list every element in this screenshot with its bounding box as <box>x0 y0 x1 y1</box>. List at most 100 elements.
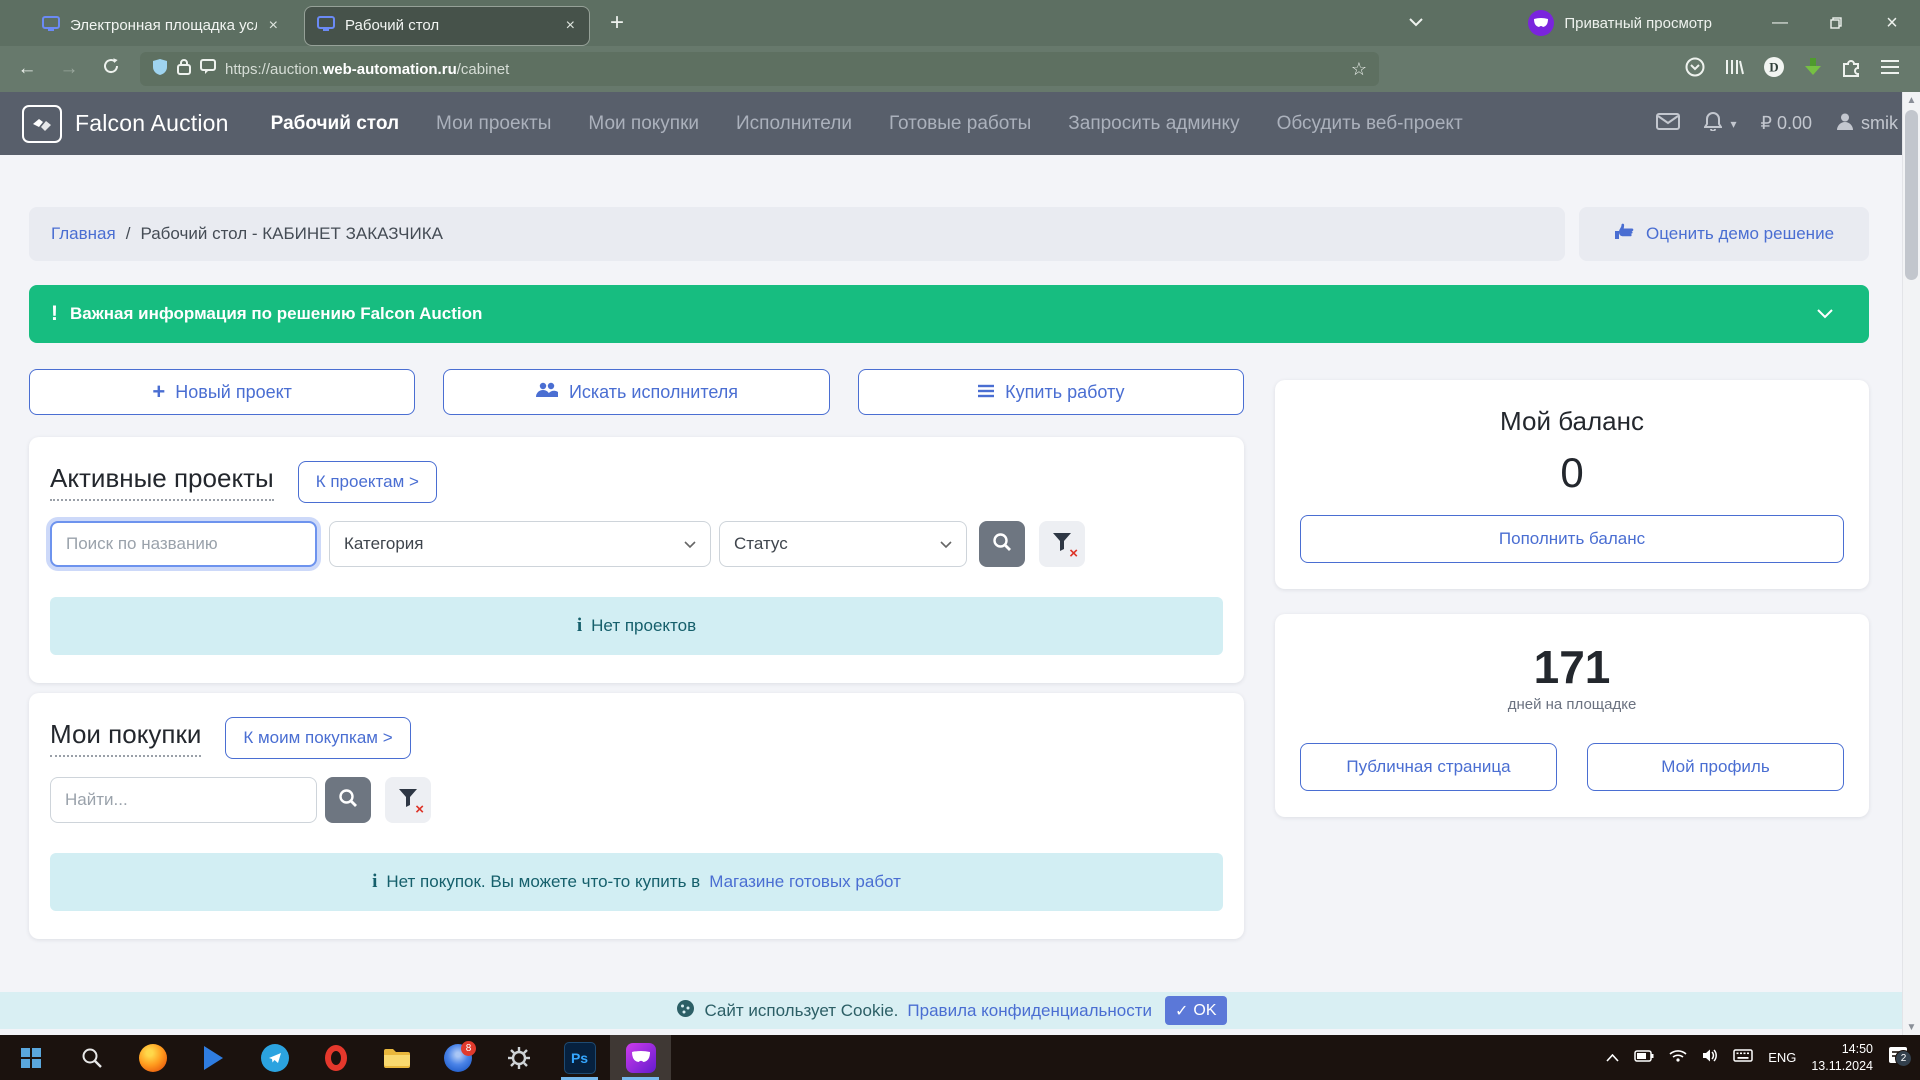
darkreader-icon[interactable]: D <box>1763 56 1785 83</box>
browser-tab-active[interactable]: Рабочий стол × <box>304 6 590 46</box>
buy-work-label: Купить работу <box>1005 382 1124 403</box>
project-search-button[interactable] <box>979 521 1025 567</box>
banner-chevron-down-icon[interactable] <box>1817 304 1833 324</box>
browser-titlebar: Электронная площадка услуг × Рабочий сто… <box>0 0 1920 46</box>
site-favicon-icon <box>317 16 335 36</box>
purchase-search-button[interactable] <box>325 777 371 823</box>
bookmark-star-icon[interactable]: ☆ <box>1351 59 1367 80</box>
category-select[interactable]: Категория <box>329 521 711 567</box>
days-card: 171 дней на площадке Публичная страница … <box>1275 614 1869 817</box>
my-profile-button[interactable]: Мой профиль <box>1587 743 1844 791</box>
notification-count-badge: 8 <box>461 1041 476 1056</box>
project-search-input[interactable] <box>50 521 317 567</box>
falcon-auction-logo-icon[interactable] <box>22 105 62 143</box>
breadcrumb-separator: / <box>126 224 131 244</box>
minimize-button[interactable]: — <box>1752 0 1808 46</box>
taskbar-firefox-button[interactable] <box>122 1035 183 1080</box>
speaker-icon[interactable] <box>1702 1049 1718 1067</box>
nav-item-ready-works[interactable]: Готовые работы <box>889 113 1031 135</box>
new-project-button[interactable]: + Новый проект <box>29 369 415 415</box>
start-button[interactable] <box>0 1035 61 1080</box>
purchase-clear-filter-button[interactable]: × <box>385 777 431 823</box>
tray-chevron-up-icon[interactable] <box>1606 1049 1619 1067</box>
svg-text:D: D <box>1769 59 1778 74</box>
taskbar-telegram-button[interactable] <box>244 1035 305 1080</box>
restore-button[interactable] <box>1808 0 1864 46</box>
taskbar-photoshop-button[interactable]: Ps <box>549 1035 610 1080</box>
taskbar-firefox-private-button[interactable] <box>610 1035 671 1080</box>
rate-demo-button[interactable]: Оценить демо решение <box>1579 207 1869 261</box>
scroll-up-icon[interactable]: ▲ <box>1903 92 1920 108</box>
new-project-label: Новый проект <box>175 382 292 403</box>
back-icon[interactable]: ← <box>14 58 40 80</box>
taskbar-settings-button[interactable] <box>488 1035 549 1080</box>
extensions-puzzle-icon[interactable] <box>1841 57 1861 82</box>
nav-item-my-projects[interactable]: Мои проекты <box>436 113 551 135</box>
lock-icon[interactable] <box>177 58 191 80</box>
scrollbar-thumb[interactable] <box>1905 110 1918 280</box>
to-purchases-button[interactable]: К моим покупкам > <box>225 717 410 759</box>
language-indicator[interactable]: ENG <box>1768 1050 1796 1065</box>
forward-icon[interactable]: → <box>56 58 82 80</box>
cookie-ok-button[interactable]: ✓ OK <box>1165 996 1227 1025</box>
browser-tab-inactive[interactable]: Электронная площадка услуг × <box>30 7 292 45</box>
project-clear-filter-button[interactable]: × <box>1039 521 1085 567</box>
brand-name[interactable]: Falcon Auction <box>75 110 229 137</box>
nav-item-executors[interactable]: Исполнители <box>736 113 852 135</box>
status-select[interactable]: Статус <box>719 521 967 567</box>
bell-caret-icon[interactable]: ▾ <box>1730 117 1736 131</box>
nav-item-request-admin[interactable]: Запросить админку <box>1068 113 1239 135</box>
taskbar-opera-button[interactable] <box>305 1035 366 1080</box>
purchase-search-input[interactable] <box>50 777 317 823</box>
topup-balance-button[interactable]: Пополнить баланс <box>1300 515 1844 563</box>
user-menu[interactable]: smik <box>1836 112 1898 135</box>
pocket-icon[interactable] <box>1685 57 1705 82</box>
tab-close-icon[interactable]: × <box>564 17 577 35</box>
taskbar-media-player-button[interactable] <box>183 1035 244 1080</box>
touch-keyboard-icon[interactable] <box>1733 1049 1753 1067</box>
new-tab-button[interactable]: + <box>610 9 624 37</box>
rate-demo-label: Оценить демо решение <box>1646 224 1834 244</box>
nav-item-discuss-project[interactable]: Обсудить веб-проект <box>1277 113 1463 135</box>
close-button[interactable]: × <box>1864 0 1920 46</box>
photoshop-icon: Ps <box>564 1042 596 1074</box>
buy-work-button[interactable]: Купить работу <box>858 369 1244 415</box>
nav-item-my-purchases[interactable]: Мои покупки <box>588 113 699 135</box>
envelope-icon[interactable] <box>1656 113 1680 135</box>
downloads-extension-icon[interactable] <box>1804 57 1822 82</box>
public-page-button[interactable]: Публичная страница <box>1300 743 1557 791</box>
permissions-bubble-icon[interactable] <box>200 59 216 80</box>
vertical-scrollbar[interactable]: ▲ ▼ <box>1902 92 1920 1035</box>
search-icon <box>81 1047 103 1069</box>
find-executor-button[interactable]: Искать исполнителя <box>443 369 829 415</box>
browser-toolbar: ← → https://auction.web-automation.ru/ca… <box>0 46 1920 92</box>
nav-item-desktop[interactable]: Рабочий стол <box>271 113 399 135</box>
to-projects-button[interactable]: К проектам > <box>298 461 437 503</box>
active-projects-card: Активные проекты К проектам > Категория … <box>29 437 1244 683</box>
action-center-button[interactable]: 2 <box>1888 1046 1908 1069</box>
scroll-down-icon[interactable]: ▼ <box>1903 1019 1920 1035</box>
battery-icon[interactable] <box>1634 1049 1654 1067</box>
taskbar-search-button[interactable] <box>61 1035 122 1080</box>
taskbar-clock[interactable]: 14:50 13.11.2024 <box>1811 1041 1873 1074</box>
privacy-policy-link[interactable]: Правила конфиденциальности <box>907 1001 1152 1021</box>
important-info-banner[interactable]: ! Важная информация по решению Falcon Au… <box>29 285 1869 343</box>
library-icon[interactable] <box>1724 58 1744 81</box>
menu-hamburger-icon[interactable] <box>1880 59 1900 80</box>
tab-close-icon[interactable]: × <box>267 17 280 35</box>
list-tabs-chevron-icon[interactable] <box>1409 14 1423 32</box>
ready-works-store-link[interactable]: Магазине готовых работ <box>709 872 901 892</box>
balance-amount[interactable]: ₽ 0.00 <box>1760 113 1812 134</box>
taskbar-browser-button[interactable]: 8 <box>427 1035 488 1080</box>
taskbar-explorer-button[interactable] <box>366 1035 427 1080</box>
ok-label: OK <box>1193 1002 1216 1020</box>
reload-icon[interactable] <box>98 57 124 81</box>
bell-icon[interactable] <box>1704 111 1722 136</box>
balance-value: 0 <box>1300 449 1844 497</box>
url-bar[interactable]: https://auction.web-automation.ru/cabine… <box>140 52 1379 86</box>
windows-start-icon <box>21 1048 41 1068</box>
shield-icon[interactable] <box>152 58 168 81</box>
wifi-icon[interactable] <box>1669 1049 1687 1067</box>
breadcrumb-home-link[interactable]: Главная <box>51 224 116 244</box>
plus-icon: + <box>152 379 165 405</box>
